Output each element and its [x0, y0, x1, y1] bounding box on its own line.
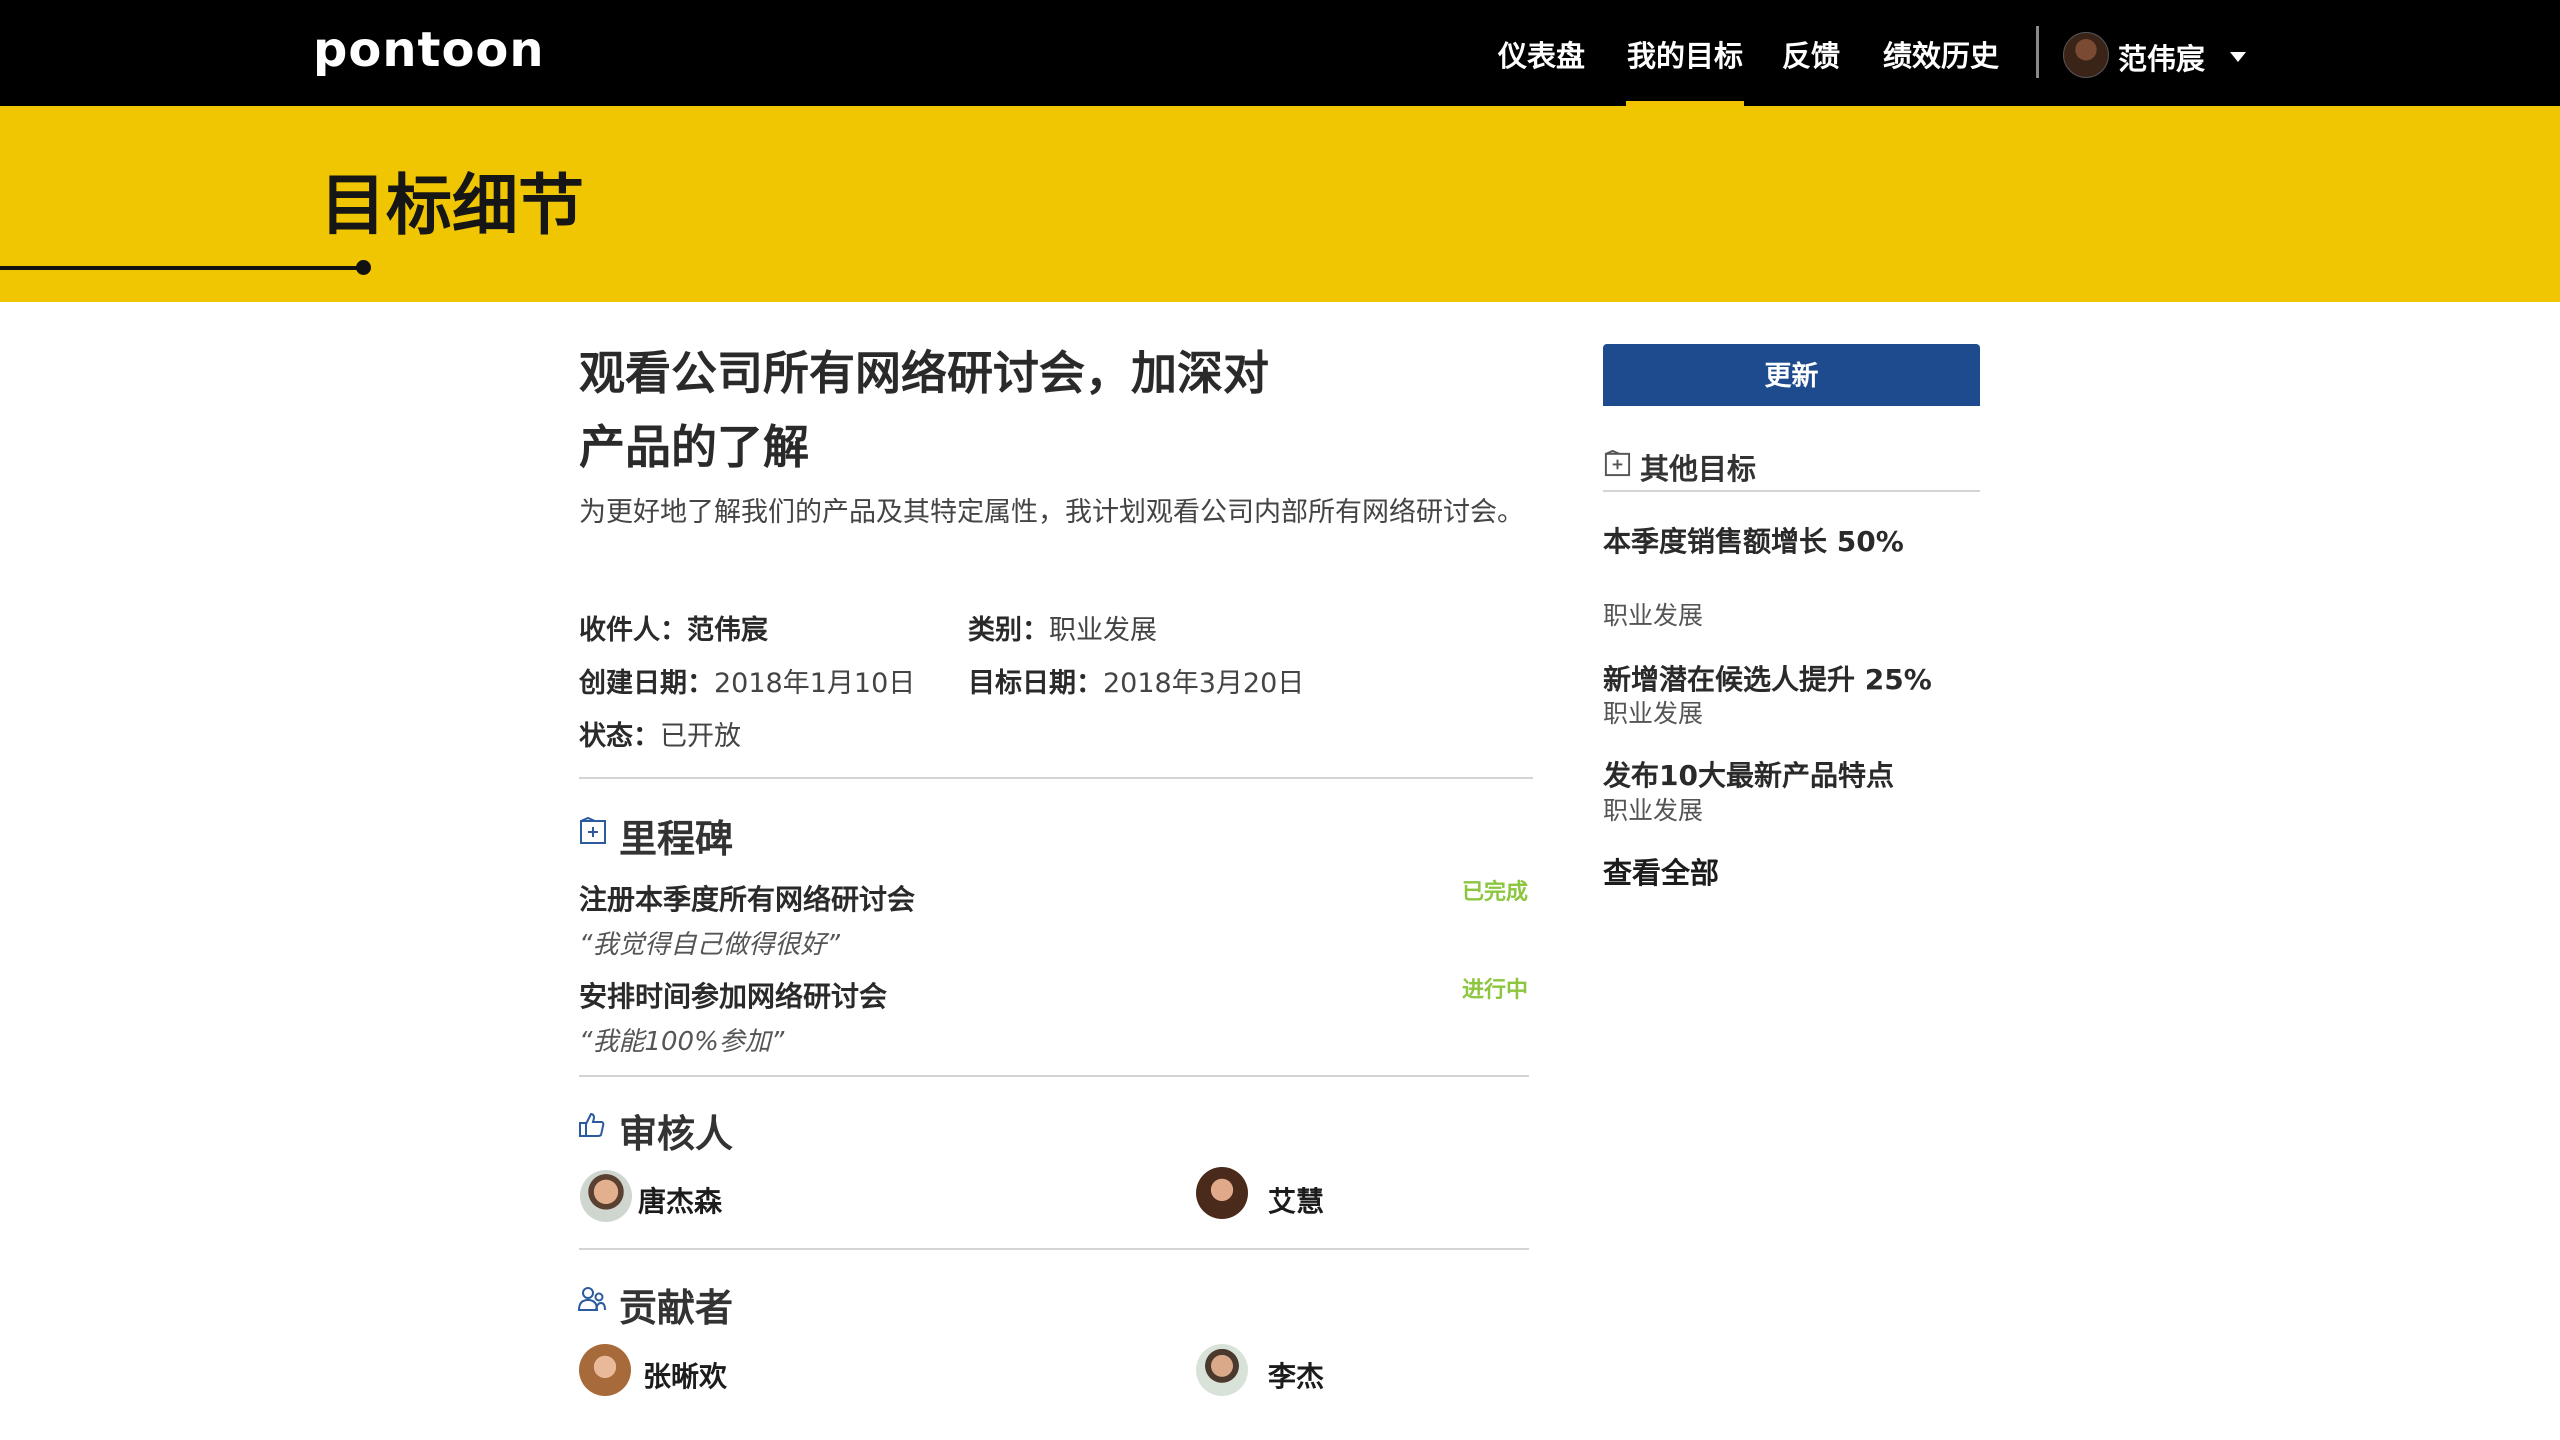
divider: [1603, 490, 1980, 492]
page-header-banner: 目标细节: [0, 106, 2560, 302]
contributor-name[interactable]: 李杰: [1268, 1355, 1324, 1395]
goal-description: 为更好地了解我们的产品及其特定属性，我计划观看公司内部所有网络研讨会。: [579, 497, 1524, 528]
other-goals-heading: 其他目标: [1640, 452, 1757, 486]
meta-status-value: 已开放: [660, 721, 741, 752]
milestones-heading: 里程碑: [619, 817, 734, 861]
reviewer-name[interactable]: 唐杰森: [638, 1180, 722, 1220]
meta-status: 状态：已开放: [579, 714, 741, 753]
milestone-note: “我觉得自己做得很好”: [579, 930, 840, 960]
reviewer-name[interactable]: 艾慧: [1268, 1180, 1324, 1220]
meta-target-value: 2018年3月20日: [1103, 668, 1305, 699]
contributors-heading: 贡献者: [619, 1286, 734, 1330]
page-title: 目标细节: [320, 167, 584, 244]
view-all-link[interactable]: 查看全部: [1603, 850, 1719, 892]
meta-category-value: 职业发展: [1049, 615, 1157, 646]
reviewers-heading: 审核人: [619, 1112, 734, 1156]
meta-assignee-value: 范伟宸: [687, 615, 768, 646]
top-nav-bar: pontoon 仪表盘 我的目标 反馈 绩效历史 范伟宸: [0, 0, 2560, 106]
other-goal-category: 职业发展: [1603, 601, 1704, 630]
chevron-down-icon[interactable]: [2230, 52, 2246, 62]
milestone-title[interactable]: 注册本季度所有网络研讨会: [579, 878, 915, 918]
update-button[interactable]: 更新: [1603, 344, 1980, 406]
nav-item-feedback[interactable]: 反馈: [1782, 33, 1840, 75]
user-avatar[interactable]: [2063, 32, 2109, 78]
meta-assignee-label: 收件人：: [579, 615, 687, 646]
nav-divider: [2036, 26, 2039, 78]
nav-item-my-goals[interactable]: 我的目标: [1627, 33, 1743, 75]
meta-target-date: 目标日期：2018年3月20日: [968, 661, 1304, 700]
other-goal-title[interactable]: 本季度销售额增长 50%: [1603, 520, 1904, 560]
reviewer-avatar[interactable]: [580, 1170, 632, 1222]
reviewer-avatar[interactable]: [1196, 1167, 1248, 1219]
milestone-status: 进行中: [1462, 978, 1529, 1003]
contributor-name[interactable]: 张晰欢: [643, 1355, 727, 1395]
other-goal-category: 职业发展: [1603, 796, 1704, 825]
plus-square-icon: [580, 816, 606, 844]
pontoon-logo[interactable]: pontoon: [313, 22, 545, 78]
plus-square-icon: [1604, 449, 1631, 477]
meta-category-label: 类别：: [968, 615, 1049, 646]
milestone-status: 已完成: [1462, 880, 1529, 905]
meta-created-value: 2018年1月10日: [714, 668, 916, 699]
meta-status-label: 状态：: [579, 721, 660, 752]
meta-created-date: 创建日期：2018年1月10日: [579, 661, 915, 700]
nav-item-dashboard[interactable]: 仪表盘: [1498, 33, 1585, 75]
contributor-avatar[interactable]: [579, 1344, 631, 1396]
divider: [579, 777, 1533, 779]
people-icon: [577, 1287, 606, 1311]
meta-target-label: 目标日期：: [968, 668, 1103, 699]
thumbs-up-icon: [579, 1112, 605, 1137]
meta-category: 类别：职业发展: [968, 608, 1157, 647]
nav-item-performance-history[interactable]: 绩效历史: [1883, 33, 1999, 75]
divider: [579, 1248, 1529, 1250]
meta-created-label: 创建日期：: [579, 668, 714, 699]
divider: [579, 1075, 1529, 1077]
other-goal-category: 职业发展: [1603, 699, 1704, 728]
milestone-title[interactable]: 安排时间参加网络研讨会: [579, 975, 887, 1015]
decorative-line: [0, 266, 362, 270]
meta-assignee: 收件人：范伟宸: [579, 608, 768, 647]
other-goal-title[interactable]: 新增潜在候选人提升 25%: [1603, 658, 1932, 698]
decorative-dot: [356, 260, 371, 275]
goal-title: 观看公司所有网络研讨会，加深对产品的了解: [579, 346, 1269, 474]
contributor-avatar[interactable]: [1196, 1344, 1248, 1396]
other-goal-title[interactable]: 发布10大最新产品特点: [1603, 754, 1894, 794]
milestone-note: “我能100%参加”: [579, 1027, 785, 1057]
user-name[interactable]: 范伟宸: [2118, 36, 2205, 78]
